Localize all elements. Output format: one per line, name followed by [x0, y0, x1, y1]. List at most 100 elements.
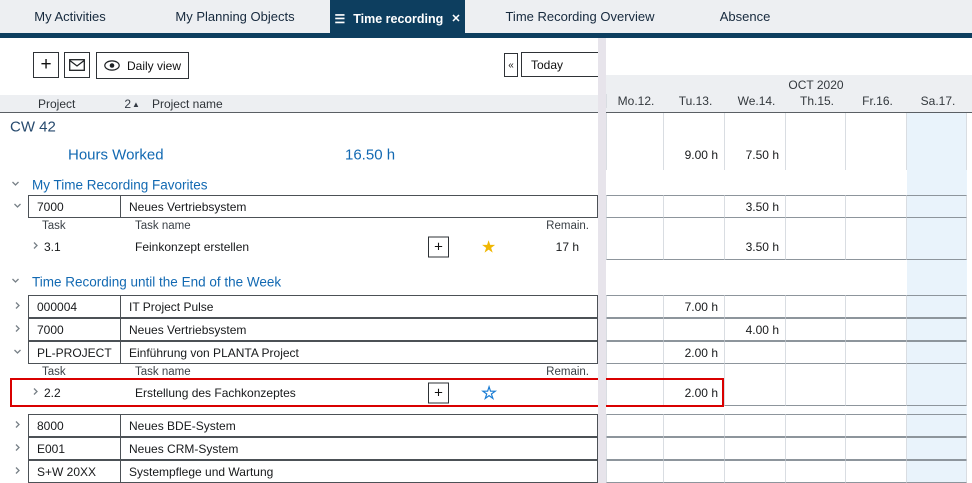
day-cell[interactable]: 3.50 h [725, 195, 786, 218]
project-name-cell[interactable]: Neues Vertriebsystem [121, 319, 597, 340]
day-cell[interactable] [786, 295, 846, 318]
day-cell[interactable] [846, 295, 907, 318]
day-cell[interactable] [786, 341, 846, 364]
sort-indicator[interactable]: 2 ▲ [124, 97, 140, 111]
project-name-cell[interactable]: Neues CRM-System [121, 438, 597, 459]
day-cell[interactable] [725, 295, 786, 318]
day-cell[interactable] [725, 414, 786, 437]
add-time-entry-button[interactable]: + [428, 237, 449, 258]
day-cell[interactable] [606, 364, 664, 380]
day-cell[interactable] [786, 364, 846, 380]
previous-period-button[interactable]: « [504, 53, 518, 77]
day-cell[interactable] [606, 380, 664, 406]
day-cell[interactable] [907, 364, 967, 380]
day-cell[interactable] [606, 140, 664, 170]
day-cell[interactable] [664, 364, 725, 380]
day-cell[interactable] [664, 460, 725, 483]
favorite-star-filled-icon[interactable]: ★ [481, 239, 496, 256]
day-cell[interactable]: 9.00 h [664, 140, 725, 170]
day-cell[interactable] [907, 295, 967, 318]
today-button[interactable]: Today [521, 52, 600, 77]
add-time-entry-button[interactable]: + [428, 383, 449, 404]
day-cell[interactable] [664, 318, 725, 341]
day-cell[interactable] [725, 218, 786, 234]
day-cell[interactable] [606, 437, 664, 460]
project-name-cell[interactable]: Neues Vertriebsystem [121, 196, 597, 217]
day-cell[interactable] [786, 140, 846, 170]
pane-splitter[interactable] [598, 38, 606, 483]
chevron-right-icon[interactable] [30, 238, 41, 256]
project-name-column-label[interactable]: Project name [152, 97, 223, 111]
day-cell[interactable] [664, 218, 725, 234]
chevron-down-icon[interactable] [10, 273, 21, 291]
day-cell[interactable] [846, 460, 907, 483]
day-cell[interactable] [606, 414, 664, 437]
chevron-down-icon[interactable] [10, 176, 21, 194]
day-cell[interactable] [786, 318, 846, 341]
day-cell[interactable] [725, 437, 786, 460]
daily-view-button[interactable]: Daily view [96, 52, 189, 79]
day-cell[interactable] [907, 234, 967, 260]
favorite-star-outline-icon[interactable]: ☆ [481, 384, 497, 402]
day-cell[interactable] [664, 113, 725, 140]
day-cell[interactable] [846, 113, 907, 140]
day-cell[interactable] [907, 460, 967, 483]
day-cell[interactable] [606, 234, 664, 260]
day-cell[interactable] [664, 234, 725, 260]
chevron-right-icon[interactable] [12, 321, 23, 339]
day-cell[interactable] [907, 414, 967, 437]
day-cell[interactable] [786, 234, 846, 260]
project-name-cell[interactable]: Neues BDE-System [121, 415, 597, 436]
day-cell[interactable]: 2.00 h [664, 341, 725, 364]
tab-absence[interactable]: Absence [695, 0, 795, 33]
day-cell[interactable] [606, 195, 664, 218]
tab-time-recording[interactable]: ☰Time recording✕ [330, 0, 465, 38]
day-cell[interactable] [786, 380, 846, 406]
day-cell[interactable] [846, 234, 907, 260]
project-id-cell[interactable]: PL-PROJECT [29, 342, 121, 363]
day-cell[interactable] [725, 380, 786, 406]
day-cell[interactable] [725, 460, 786, 483]
day-cell[interactable]: 7.50 h [725, 140, 786, 170]
chevron-right-icon[interactable] [12, 417, 23, 435]
mail-button[interactable] [64, 52, 90, 78]
project-id-cell[interactable]: S+W 20XX [29, 461, 121, 482]
day-cell[interactable]: 2.00 h [664, 380, 725, 406]
chevron-right-icon[interactable] [12, 440, 23, 458]
chevron-right-icon[interactable] [12, 463, 23, 481]
day-cell[interactable] [846, 140, 907, 170]
day-cell[interactable] [786, 218, 846, 234]
day-cell[interactable]: 3.50 h [725, 234, 786, 260]
day-cell[interactable] [606, 460, 664, 483]
tab-my-planning-objects[interactable]: My Planning Objects [140, 0, 330, 33]
day-cell[interactable] [846, 364, 907, 380]
day-cell[interactable] [786, 113, 846, 140]
day-cell[interactable] [907, 341, 967, 364]
section-label[interactable]: My Time Recording Favorites [32, 178, 208, 193]
day-cell[interactable] [606, 218, 664, 234]
day-cell[interactable] [786, 437, 846, 460]
day-cell[interactable]: 4.00 h [725, 318, 786, 341]
chevron-down-icon[interactable] [12, 198, 23, 216]
task-name[interactable]: Erstellung des Fachkonzeptes [135, 386, 296, 400]
project-name-cell[interactable]: Einführung von PLANTA Project [121, 342, 597, 363]
day-cell[interactable] [606, 341, 664, 364]
day-cell[interactable] [907, 318, 967, 341]
project-name-cell[interactable]: Systempflege und Wartung [121, 461, 597, 482]
day-cell[interactable]: 7.00 h [664, 295, 725, 318]
day-cell[interactable] [846, 218, 907, 234]
day-cell[interactable] [907, 380, 967, 406]
close-tab-icon[interactable]: ✕ [451, 14, 460, 25]
section-label[interactable]: Time Recording until the End of the Week [32, 275, 281, 290]
day-cell[interactable] [786, 460, 846, 483]
tab-my-activities[interactable]: My Activities [0, 0, 140, 33]
day-cell[interactable] [907, 437, 967, 460]
project-id-cell[interactable]: 8000 [29, 415, 121, 436]
day-cell[interactable] [725, 341, 786, 364]
day-cell[interactable] [907, 195, 967, 218]
day-cell[interactable] [846, 414, 907, 437]
day-cell[interactable] [846, 318, 907, 341]
day-cell[interactable] [664, 437, 725, 460]
day-cell[interactable] [606, 295, 664, 318]
day-cell[interactable] [907, 218, 967, 234]
